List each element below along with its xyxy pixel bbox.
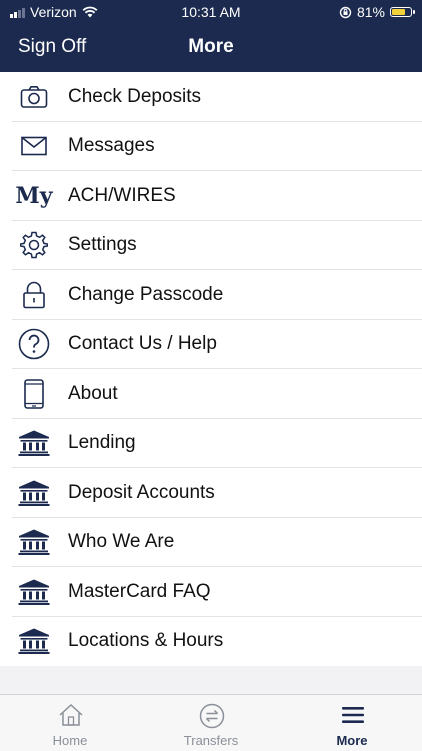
gear-icon xyxy=(0,221,68,271)
bank-icon xyxy=(0,518,68,568)
camera-icon xyxy=(0,72,68,122)
more-menu-list: Check Deposits Messages My ACH/WIRES Set… xyxy=(0,72,422,666)
nav-header: Sign Off More xyxy=(0,24,422,72)
menu-item-deposit-accounts[interactable]: Deposit Accounts xyxy=(0,468,422,518)
menu-item-settings[interactable]: Settings xyxy=(0,221,422,271)
menu-item-change-passcode[interactable]: Change Passcode xyxy=(0,270,422,320)
menu-item-ach-wires[interactable]: My ACH/WIRES xyxy=(0,171,422,221)
bank-icon xyxy=(0,419,68,469)
menu-item-contact-help[interactable]: Contact Us / Help xyxy=(0,320,422,370)
battery-percent: 81% xyxy=(356,4,385,20)
menu-item-label: Lending xyxy=(68,432,136,454)
page-title: More xyxy=(188,36,234,57)
menu-item-label: ACH/WIRES xyxy=(68,184,176,206)
help-icon xyxy=(0,320,68,370)
tab-home[interactable]: Home xyxy=(0,695,140,751)
tab-transfers[interactable]: Transfers xyxy=(141,695,281,751)
battery-icon xyxy=(390,7,415,17)
status-bar: Verizon 10:31 AM 81% xyxy=(0,0,422,24)
menu-item-label: Check Deposits xyxy=(68,85,202,107)
menu-item-label: Change Passcode xyxy=(68,283,224,305)
menu-item-label: Messages xyxy=(68,135,155,157)
envelope-icon xyxy=(0,122,68,172)
home-icon xyxy=(58,703,84,732)
phone-icon xyxy=(0,369,68,419)
lock-icon xyxy=(0,270,68,320)
menu-item-locations-hours[interactable]: Locations & Hours xyxy=(0,617,422,667)
tab-bar: Home Transfers More xyxy=(0,694,422,751)
tab-more[interactable]: More xyxy=(282,695,422,751)
menu-item-label: MasterCard FAQ xyxy=(68,580,211,602)
menu-icon xyxy=(340,703,366,732)
tab-label: Home xyxy=(52,733,88,748)
menu-item-who-we-are[interactable]: Who We Are xyxy=(0,518,422,568)
menu-item-messages[interactable]: Messages xyxy=(0,122,422,172)
menu-item-check-deposits[interactable]: Check Deposits xyxy=(0,72,422,122)
my-logo-icon: My xyxy=(0,171,68,221)
menu-item-about[interactable]: About xyxy=(0,369,422,419)
menu-item-label: Settings xyxy=(68,234,137,256)
bank-icon xyxy=(0,567,68,617)
bank-icon xyxy=(0,617,68,667)
transfers-icon xyxy=(199,703,225,734)
orientation-lock-icon xyxy=(339,6,352,18)
status-right: 81% xyxy=(339,4,415,20)
my-logo-text: My xyxy=(15,182,53,209)
menu-item-label: Deposit Accounts xyxy=(68,481,215,503)
tab-label: Transfers xyxy=(183,733,239,748)
menu-item-label: About xyxy=(68,382,118,404)
menu-item-label: Locations & Hours xyxy=(68,630,224,652)
bank-icon xyxy=(0,468,68,518)
menu-item-mastercard-faq[interactable]: MasterCard FAQ xyxy=(0,567,422,617)
tab-label: More xyxy=(336,733,368,748)
menu-item-label: Who We Are xyxy=(68,531,175,553)
menu-item-lending[interactable]: Lending xyxy=(0,419,422,469)
menu-item-label: Contact Us / Help xyxy=(68,333,217,355)
